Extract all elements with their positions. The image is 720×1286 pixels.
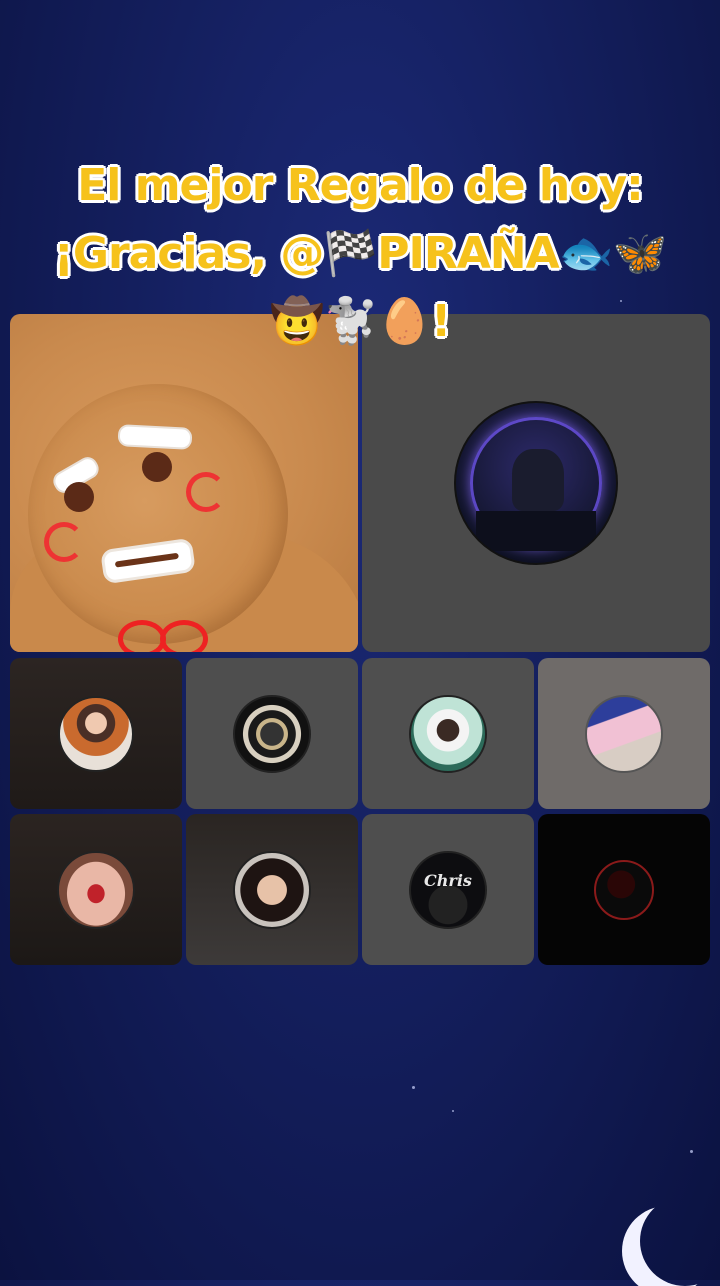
guest-tile-7[interactable] (186, 814, 358, 965)
gingerbread-brow-right (117, 424, 193, 450)
chris-logo-text: Chris (424, 871, 472, 890)
couple-photo-avatar (585, 694, 663, 773)
doll-girl-avatar (58, 695, 134, 772)
gingerbread-bowtie (118, 620, 208, 652)
gifter-name: PIRAÑA (377, 228, 559, 279)
banner-line-3: 🤠🐩🥚! (20, 288, 700, 356)
banner-line-1: El mejor Regalo de hoy: (77, 160, 644, 211)
banner-greeting: ¡Gracias, @ (53, 228, 325, 279)
hooded-figure (512, 449, 564, 511)
star (412, 1086, 415, 1089)
red-lips-avatar (57, 850, 135, 929)
fish-butterfly-icons: 🐟🦋 (558, 228, 668, 279)
cowboy-poodle-egg-icons: 🤠🐩🥚 (269, 296, 432, 347)
gingerbread-cheek-left (44, 522, 84, 562)
guest-tile-2[interactable] (10, 658, 182, 809)
gingerbread-cheek-right (186, 472, 226, 512)
guest-tile-8[interactable]: Chris (362, 814, 534, 965)
gift-banner: El mejor Regalo de hoy: ¡Gracias, @🏁PIRA… (20, 152, 700, 356)
dark-silhouette-avatar (594, 859, 654, 920)
desk-silhouette (476, 511, 596, 551)
gingerbread-eye-left (64, 482, 94, 512)
guest-tile-4[interactable] (362, 658, 534, 809)
checkered-flag-icon: 🏁 (323, 228, 378, 279)
hooded-hacker-avatar (454, 401, 618, 565)
banner-exclamation: ! (431, 296, 451, 347)
host-video-tile[interactable] (10, 314, 358, 652)
woman-portrait-avatar (233, 850, 311, 929)
chris-logo-avatar: Chris (409, 850, 487, 929)
guest-tile-3[interactable] (186, 658, 358, 809)
star (452, 1110, 454, 1112)
guest-tile-9[interactable] (538, 814, 710, 965)
gingerbread-eye-right (142, 452, 172, 482)
woman-with-dog-avatar (409, 694, 487, 773)
guest-tile-1[interactable] (362, 314, 710, 652)
banner-line-2: ¡Gracias, @🏁PIRAÑA🐟🦋 (20, 220, 700, 288)
guest-tile-5[interactable] (538, 658, 710, 809)
gingerbread-head (28, 384, 288, 644)
ornate-emblem-avatar (233, 694, 311, 773)
guest-tile-6[interactable] (10, 814, 182, 965)
star (690, 1150, 693, 1153)
moon-icon (640, 1196, 720, 1286)
